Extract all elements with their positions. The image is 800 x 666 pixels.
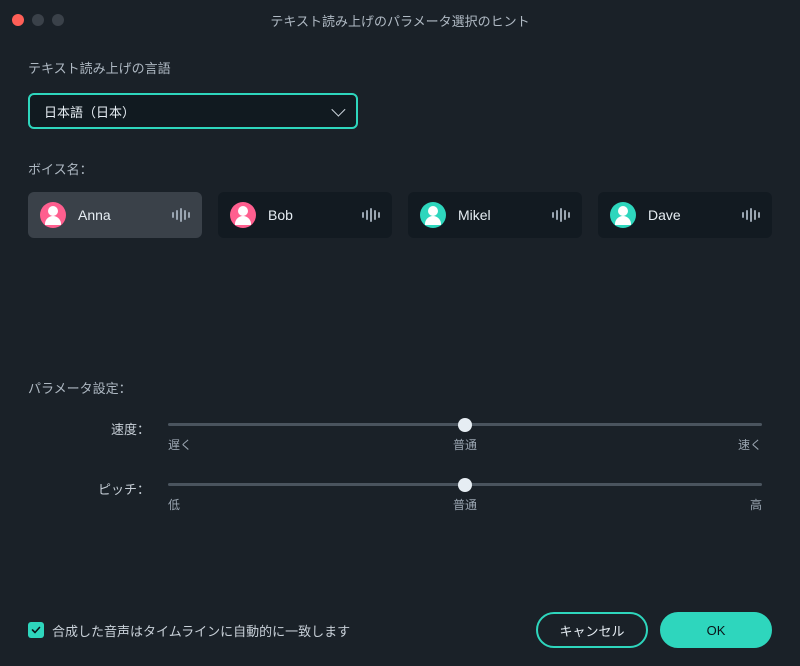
voice-label: ボイス名： [28, 159, 772, 178]
language-select[interactable]: 日本語（日本） [28, 93, 358, 129]
titlebar: テキスト読み上げのパラメータ選択のヒント [0, 0, 800, 40]
audio-wave-icon [172, 208, 190, 222]
voice-option-bob[interactable]: Bob [218, 192, 392, 238]
voice-option-dave[interactable]: Dave [598, 192, 772, 238]
minimize-icon[interactable] [32, 14, 44, 26]
cancel-button-label: キャンセル [559, 621, 624, 640]
voice-name: Mikel [458, 207, 540, 223]
audio-wave-icon [552, 208, 570, 222]
auto-align-label: 合成した音声はタイムラインに自動的に一致します [52, 621, 350, 640]
pitch-mark-mid: 普通 [453, 496, 477, 513]
pitch-row: ピッチ： 低 普通 高 [28, 479, 772, 513]
avatar-icon [610, 202, 636, 228]
audio-wave-icon [362, 208, 380, 222]
maximize-icon[interactable] [52, 14, 64, 26]
ok-button-label: OK [707, 623, 726, 638]
pitch-mark-low: 低 [168, 496, 180, 513]
avatar-icon [420, 202, 446, 228]
close-icon[interactable] [12, 14, 24, 26]
speed-label: 速度： [28, 419, 168, 438]
speed-mark-high: 速く [738, 436, 762, 453]
pitch-label: ピッチ： [28, 479, 168, 498]
params-label: パラメータ設定： [28, 378, 772, 397]
pitch-marks: 低 普通 高 [168, 496, 762, 513]
pitch-slider[interactable] [168, 483, 762, 486]
speed-marks: 遅く 普通 速く [168, 436, 762, 453]
chevron-down-icon [331, 103, 345, 117]
avatar-icon [40, 202, 66, 228]
audio-wave-icon [742, 208, 760, 222]
ok-button[interactable]: OK [660, 612, 772, 648]
speed-row: 速度： 遅く 普通 速く [28, 419, 772, 453]
pitch-slider-thumb[interactable] [458, 478, 472, 492]
avatar-icon [230, 202, 256, 228]
cancel-button[interactable]: キャンセル [536, 612, 648, 648]
voice-options: Anna Bob Mikel Dave [28, 192, 772, 238]
speed-mark-mid: 普通 [453, 436, 477, 453]
voice-option-anna[interactable]: Anna [28, 192, 202, 238]
language-label: テキスト読み上げの言語 [28, 58, 772, 77]
voice-name: Anna [78, 207, 160, 223]
footer: 合成した音声はタイムラインに自動的に一致します キャンセル OK [0, 594, 800, 666]
voice-name: Dave [648, 207, 730, 223]
speed-mark-low: 遅く [168, 436, 192, 453]
pitch-mark-high: 高 [750, 496, 762, 513]
auto-align-checkbox[interactable] [28, 622, 44, 638]
speed-slider[interactable] [168, 423, 762, 426]
window-controls [12, 14, 64, 26]
language-selected-value: 日本語（日本） [44, 102, 135, 121]
voice-option-mikel[interactable]: Mikel [408, 192, 582, 238]
speed-slider-thumb[interactable] [458, 418, 472, 432]
voice-name: Bob [268, 207, 350, 223]
window-title: テキスト読み上げのパラメータ選択のヒント [0, 11, 800, 30]
check-icon [31, 625, 41, 635]
